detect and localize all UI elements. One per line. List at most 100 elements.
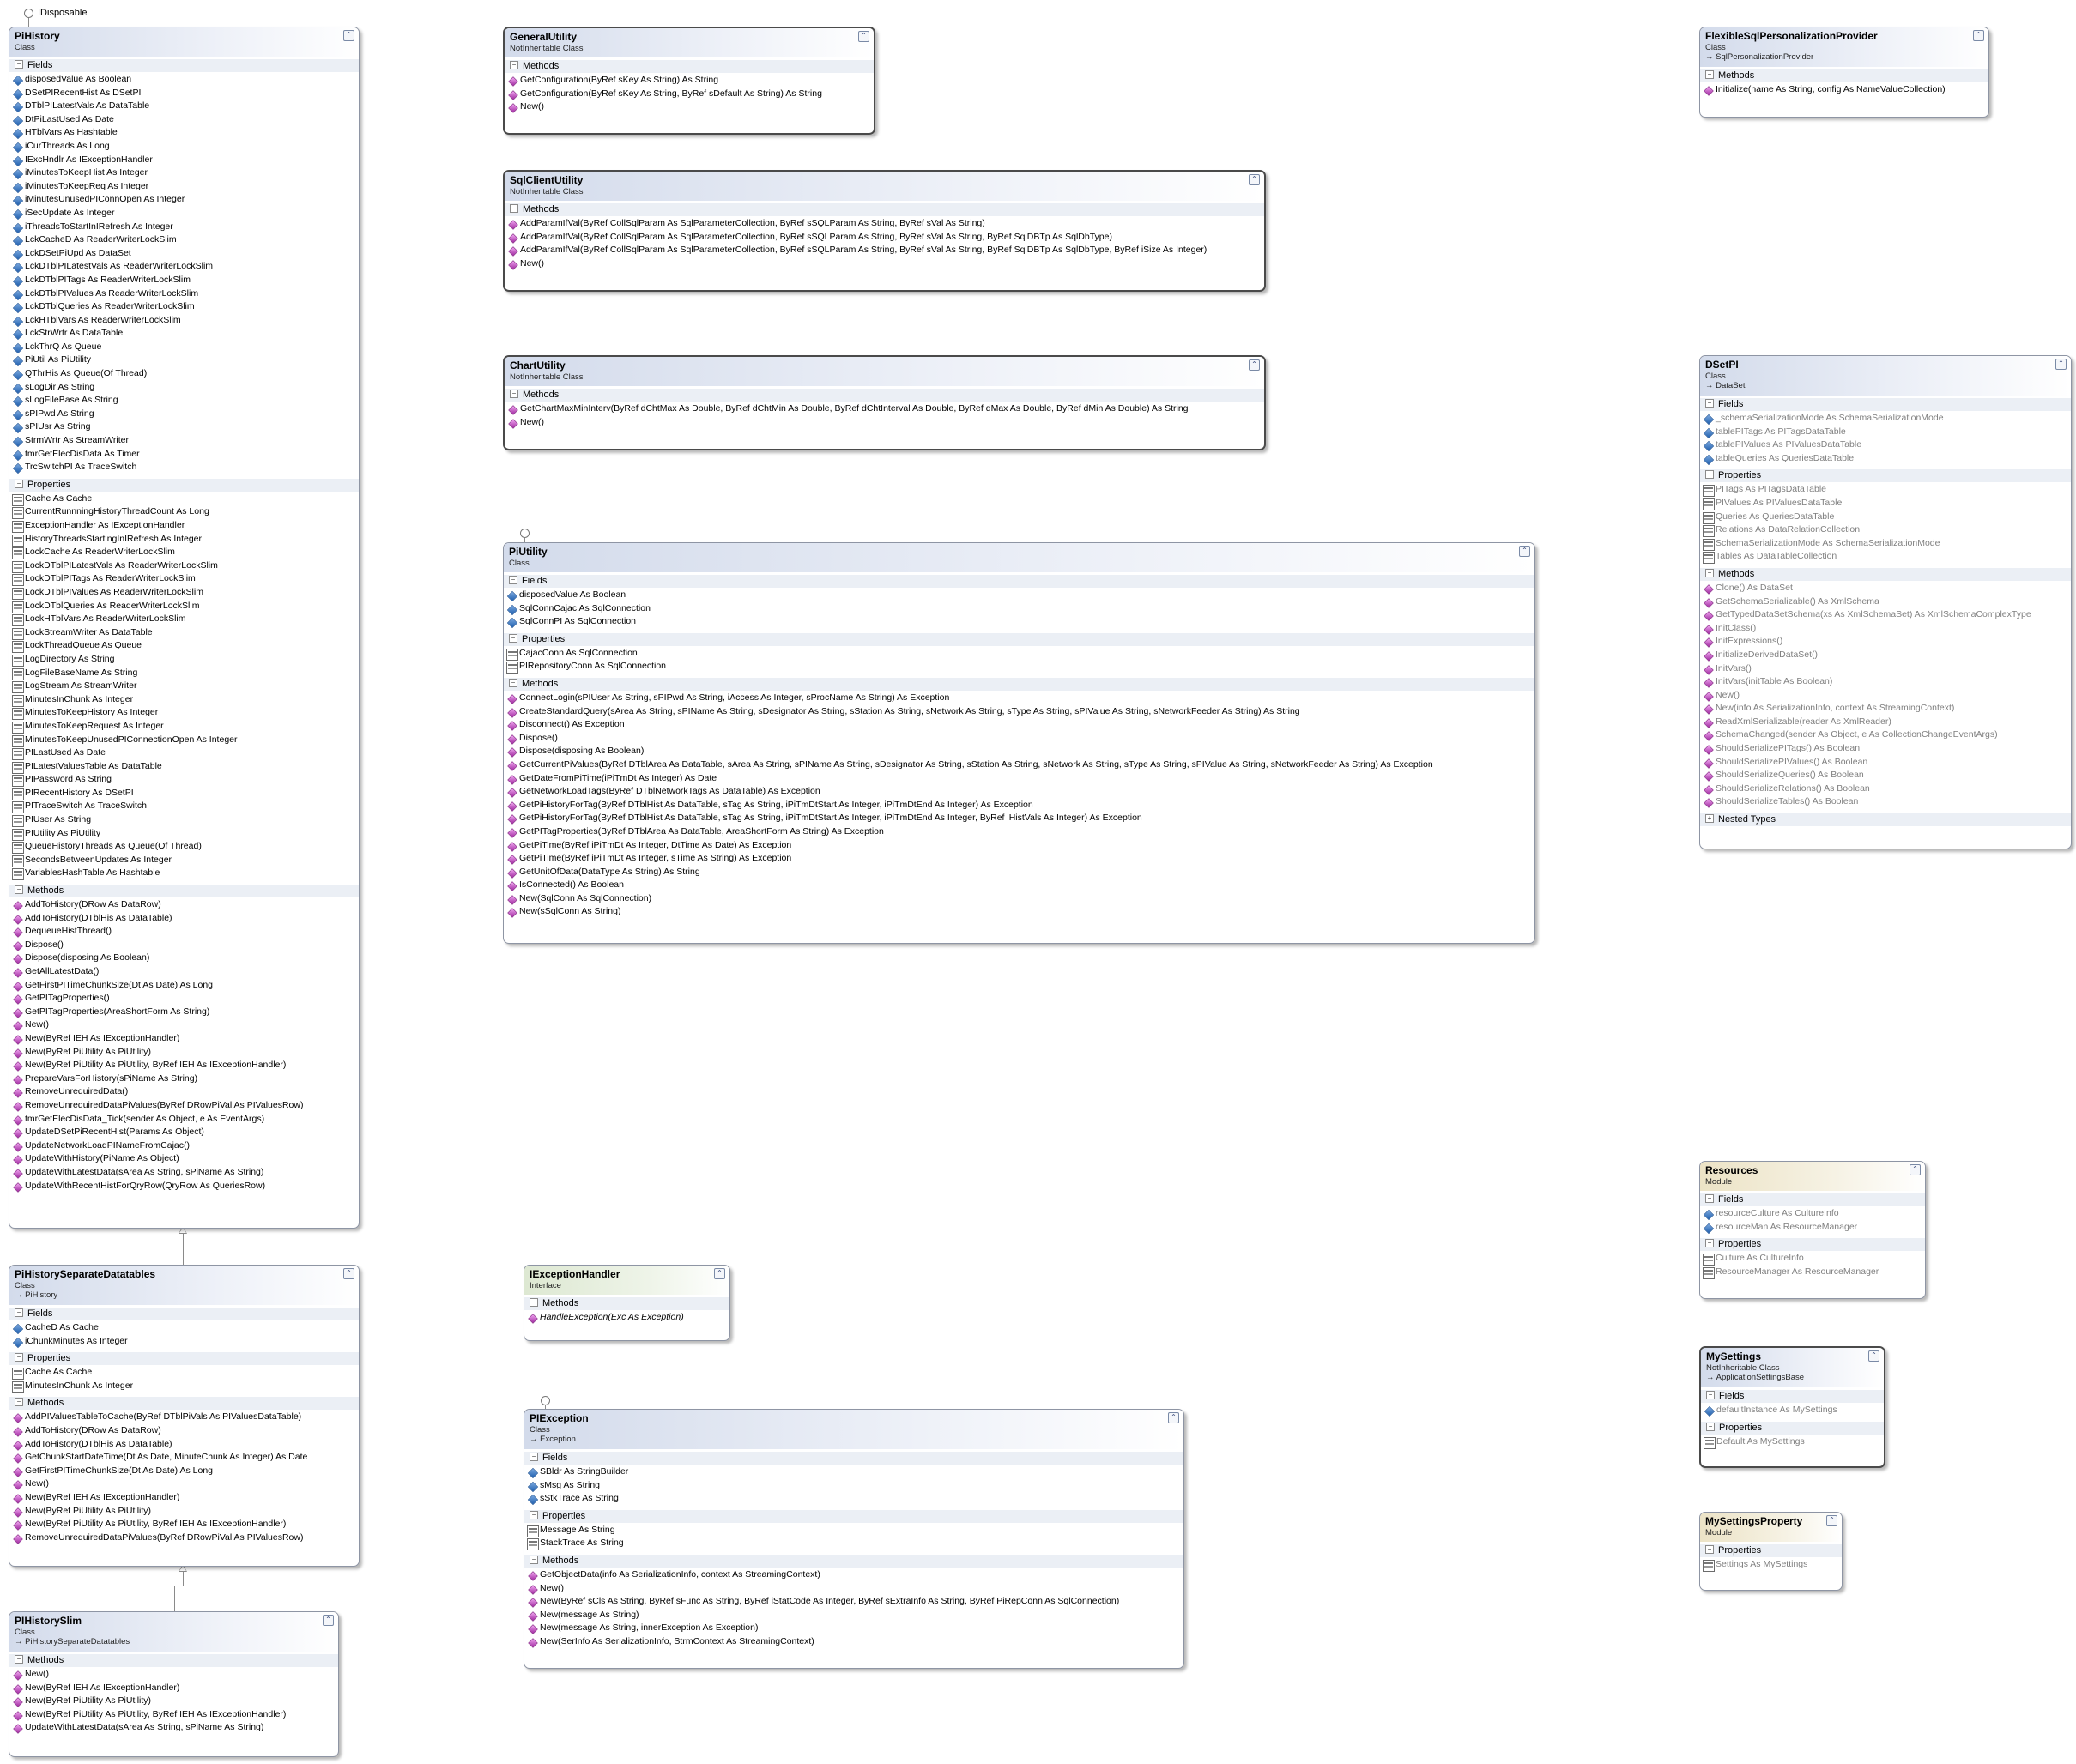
member-item[interactable]: ShouldSerializeQueries() As Boolean [1700,769,2071,782]
section-header-properties[interactable]: − Properties [524,1509,1183,1523]
section-header-properties[interactable]: − Properties [1700,469,2071,483]
member-item[interactable]: ConnectLogin(sPIUser As String, sPIPwd A… [504,692,1534,705]
member-item[interactable]: New(ByRef PiUtility As PiUtility) [9,1505,359,1519]
collapse-icon[interactable]: − [530,1556,538,1565]
class-header[interactable]: ChartUtility NotInheritable Class ⌃ [505,357,1264,386]
section-header-methods[interactable]: − Methods [524,1554,1183,1568]
member-item[interactable]: DTblPILatestVals As DataTable [9,100,359,113]
member-item[interactable]: LckHTblVars As ReaderWriterLockSlim [9,314,359,328]
collapse-icon[interactable]: − [1705,569,1714,578]
section-header-fields[interactable]: − Fields [1700,1193,1925,1206]
member-item[interactable]: SqlConnPI As SqlConnection [504,615,1534,629]
member-item[interactable]: Initialize(name As String, config As Nam… [1700,83,1988,97]
collapse-icon[interactable]: − [15,1398,23,1407]
member-item[interactable]: StrmWrtr As StreamWriter [9,434,359,448]
member-item[interactable]: Default As MySettings [1701,1435,1884,1449]
class-box-mysettingsproperty[interactable]: MySettingsProperty Module ⌃ − Properties Sett… [1699,1512,1843,1591]
member-item[interactable]: Dispose(disposing As Boolean) [504,745,1534,758]
member-item[interactable]: sLogFileBase As String [9,394,359,408]
member-item[interactable]: New(ByRef IEH As IExceptionHandler) [9,1491,359,1505]
section-header-properties[interactable]: − Properties [9,478,359,492]
member-item[interactable]: New() [524,1582,1183,1596]
member-item[interactable]: QThrHis As Queue(Of Thread) [9,367,359,381]
class-box-generalutility[interactable]: GeneralUtility NotInheritable Class ⌃ − Meth… [503,27,875,135]
member-item[interactable]: LogDirectory As String [9,653,359,667]
member-item[interactable]: LckStrWrtr As DataTable [9,327,359,341]
member-item[interactable]: AddPIValuesTableToCache(ByRef DTblPiVals… [9,1411,359,1424]
member-item[interactable]: StackTrace As String [524,1537,1183,1551]
section-header-fields[interactable]: − Fields [9,59,359,72]
member-item[interactable]: LckCacheD As ReaderWriterLockSlim [9,233,359,247]
member-item[interactable]: GetPiTime(ByRef iPiTmDt As Integer, DtTi… [504,839,1534,853]
member-item[interactable]: CreateStandardQuery(sArea As String, sPI… [504,705,1534,719]
class-header[interactable]: SqlClientUtility NotInheritable Class ⌃ [505,172,1264,201]
section-header-methods[interactable]: − Methods [505,389,1264,402]
class-box-flexiblesqlpersonalizationprovider[interactable]: FlexibleSqlPersonalizationProvider Class →… [1699,27,1989,118]
member-item[interactable]: LogFileBaseName As String [9,667,359,680]
member-item[interactable]: Tables As DataTableCollection [1700,550,2071,565]
member-item[interactable]: UpdateDSetPiRecentHist(Params As Object) [9,1126,359,1139]
member-item[interactable]: New(sSqlConn As String) [504,905,1534,919]
member-item[interactable]: UpdateWithLatestData(sArea As String, sP… [9,1721,338,1735]
member-item[interactable]: HTblVars As Hashtable [9,126,359,140]
member-item[interactable]: GetNetworkLoadTags(ByRef DTblNetworkTags… [504,785,1534,799]
member-item[interactable]: DtPiLastUsed As Date [9,113,359,127]
member-item[interactable]: GetPiTime(ByRef iPiTmDt As Integer, sTim… [504,852,1534,866]
section-header-methods[interactable]: − Methods [1700,69,1988,82]
member-item[interactable]: QueueHistoryThreads As Queue(Of Thread) [9,840,359,855]
member-item[interactable]: GetDateFromPiTime(iPiTmDt As Integer) As… [504,772,1534,786]
member-item[interactable]: LckThrQ As Queue [9,341,359,354]
section-header-methods[interactable]: − Methods [505,60,874,73]
member-item[interactable]: LckDSetPiUpd As DataSet [9,247,359,261]
member-item[interactable]: CurrentRunnningHistoryThreadCount As Lon… [9,505,359,520]
member-item[interactable]: New(ByRef IEH As IExceptionHandler) [9,1032,359,1046]
member-item[interactable]: LockCache As ReaderWriterLockSlim [9,546,359,560]
member-item[interactable]: sMsg As String [524,1479,1183,1493]
member-item[interactable]: UpdateWithLatestData(sArea As String, sP… [9,1166,359,1180]
member-item[interactable]: UpdateWithRecentHistForQryRow(QryRow As … [9,1180,359,1193]
class-box-sqlclientutility[interactable]: SqlClientUtility NotInheritable Class ⌃ − Me… [503,170,1266,292]
member-item[interactable]: AddToHistory(DTblHis As DataTable) [9,1438,359,1452]
collapse-icon[interactable]: − [15,1308,23,1318]
member-item[interactable]: resourceMan As ResourceManager [1700,1221,1925,1235]
member-item[interactable]: IsConnected() As Boolean [504,879,1534,892]
section-header-methods[interactable]: − Methods [524,1297,729,1310]
member-item[interactable]: New(info As SerializationInfo, context A… [1700,702,2071,716]
member-item[interactable]: AddToHistory(DRow As DataRow) [9,898,359,912]
member-item[interactable]: New(ByRef PiUtility As PiUtility, ByRef … [9,1518,359,1531]
section-header-fields[interactable]: − Fields [9,1308,359,1320]
class-box-mysettings[interactable]: MySettings NotInheritable Class → Applicat… [1699,1346,1885,1468]
member-item[interactable]: LockDTblQueries As ReaderWriterLockSlim [9,600,359,613]
section-header-properties[interactable]: − Properties [1700,1544,1842,1557]
collapse-icon[interactable]: − [1706,1422,1715,1431]
section-header-fields[interactable]: − Fields [504,575,1534,588]
member-item[interactable]: MinutesInChunk As Integer [9,1380,359,1393]
collapse-chevron-icon[interactable]: ⌃ [858,31,869,42]
member-item[interactable]: HistoryThreadsStartingInIRefresh As Inte… [9,533,359,547]
member-item[interactable]: tmrGetElecDisData As Timer [9,448,359,462]
member-item[interactable]: New(ByRef sCls As String, ByRef sFunc As… [524,1595,1183,1609]
member-item[interactable]: LogStream As StreamWriter [9,680,359,694]
member-item[interactable]: iMinutesUnusedPIConnOpen As Integer [9,193,359,207]
member-item[interactable]: LockThreadQueue As Queue [9,639,359,654]
member-item[interactable]: GetChartMaxMinInterv(ByRef dChtMax As Do… [505,402,1264,416]
member-item[interactable]: GetPiHistoryForTag(ByRef DTblHist As Dat… [504,812,1534,825]
member-item[interactable]: GetPITagProperties(ByRef DTblArea As Dat… [504,825,1534,839]
member-item[interactable]: New(message As String) [524,1609,1183,1622]
member-item[interactable]: InitVars(initTable As Boolean) [1700,675,2071,689]
member-item[interactable]: RemoveUnrequiredDataPiValues(ByRef DRowP… [9,1099,359,1113]
collapse-chevron-icon[interactable]: ⌃ [1868,1350,1879,1362]
member-item[interactable]: GetConfiguration(ByRef sKey As String, B… [505,88,874,101]
section-header-fields[interactable]: − Fields [1700,398,2071,411]
member-item[interactable]: GetPITagProperties() [9,992,359,1006]
member-item[interactable]: AddParamIfVal(ByRef CollSqlParam As SqlP… [505,231,1264,245]
member-item[interactable]: PIPassword As String [9,773,359,788]
collapse-chevron-icon[interactable]: ⌃ [714,1268,725,1279]
collapse-icon[interactable]: − [1705,1545,1714,1555]
member-item[interactable]: PIRecentHistory As DSetPI [9,787,359,800]
member-item[interactable]: SchemaChanged(sender As Object, e As Col… [1700,728,2071,742]
member-item[interactable]: iCurThreads As Long [9,140,359,154]
section-header-methods[interactable]: − Methods [9,1397,359,1411]
collapse-icon[interactable]: − [15,1353,23,1362]
class-header[interactable]: FlexibleSqlPersonalizationProvider Class →… [1700,27,1988,67]
